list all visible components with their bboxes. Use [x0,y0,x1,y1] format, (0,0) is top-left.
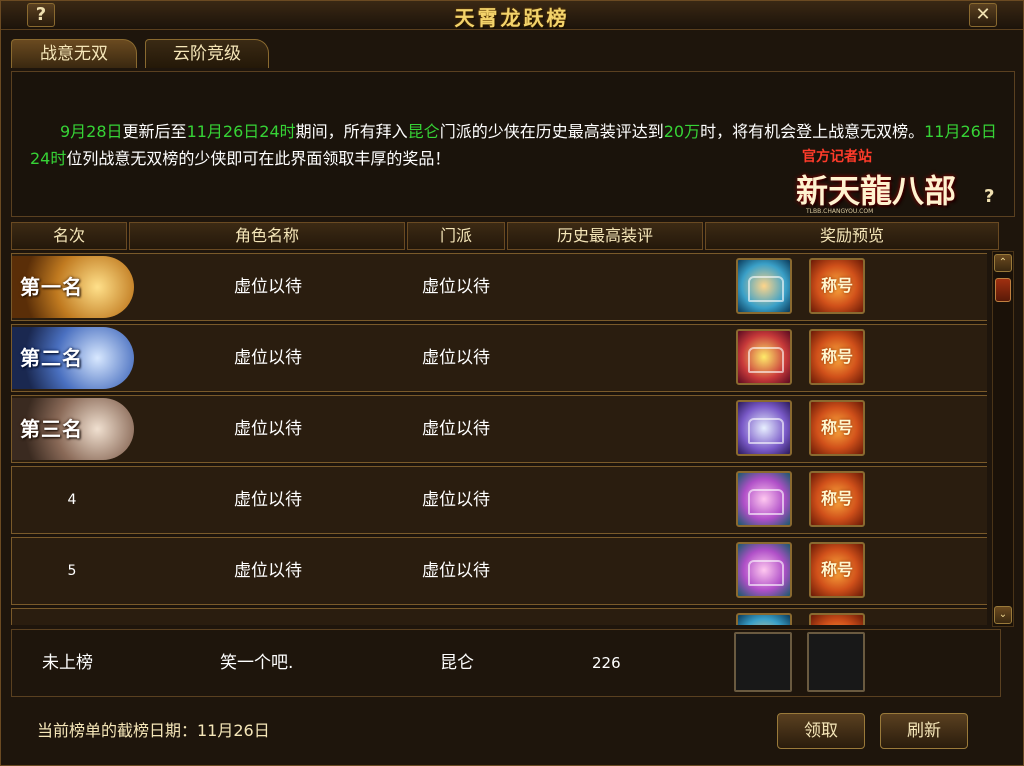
rank-badge-silver: 第二名 [12,327,134,389]
empty-reward-slot [807,632,865,692]
sect: 虚位以待 [422,561,490,581]
rank-number: 4 [67,492,77,508]
tab-yunjie-jingji[interactable]: 云阶竞级 [145,39,269,68]
self-rank: 未上榜 [42,653,93,673]
role-name: 虚位以待 [234,277,302,297]
rank-badge-bronze: 第三名 [12,398,134,460]
self-name: 笑一个吧. [220,653,294,673]
desc-text: 时，将有机会登上战意无双榜。 [700,122,925,141]
table-row[interactable]: 5 虚位以待 虚位以待 称号 [11,537,987,605]
date-start: 9月28日 [60,122,123,141]
logo-subtitle: 官方记者站 [802,149,872,165]
title-reward-icon[interactable]: 称号 [809,400,865,456]
rank-number: 5 [67,563,77,579]
sect: 虚位以待 [422,490,490,510]
sect: 虚位以待 [422,348,490,368]
title-reward-label: 称号 [820,347,853,366]
header-rank: 名次 [11,222,127,250]
sect-name: 昆仑 [407,122,440,141]
empty-reward-slot [734,632,792,692]
treasure-chest-icon[interactable] [736,400,792,456]
title-reward-icon[interactable] [809,613,865,625]
sect: 虚位以待 [422,277,490,297]
score-threshold: 20万 [663,122,701,141]
role-name: 虚位以待 [234,419,302,439]
window-title: 天霄龙跃榜 [454,6,570,30]
treasure-chest-icon[interactable] [736,329,792,385]
scroll-down-icon[interactable]: ⌄ [994,606,1012,624]
self-rank-row: 未上榜 笑一个吧. 昆仑 226 [11,629,1001,697]
ranking-list: 第一名 虚位以待 虚位以待 称号 第二名 虚位以待 虚位以待 称号 第三名 虚位… [11,251,987,625]
title-reward-label: 称号 [820,418,853,437]
tab-zhanyi-wushuang[interactable]: 战意无双 [11,39,137,68]
header-score: 历史最高装评 [507,222,703,250]
header-reward: 奖励预览 [705,222,999,250]
title-reward-icon[interactable]: 称号 [809,329,865,385]
header-name: 角色名称 [129,222,405,250]
claim-button[interactable]: 领取 [777,713,865,749]
title-reward-icon[interactable]: 称号 [809,542,865,598]
close-button[interactable]: ✕ [969,3,997,27]
desc-text: 位列战意无双榜的少侠即可在此界面领取丰厚的奖品！ [66,149,451,168]
scroll-up-icon[interactable]: ⌃ [994,254,1012,272]
title-reward-icon[interactable]: 称号 [809,258,865,314]
self-sect: 昆仑 [440,653,474,673]
rank-badge-gold: 第一名 [12,256,134,318]
date-end: 11月26日24时 [186,122,296,141]
treasure-chest-icon[interactable] [736,613,792,625]
treasure-chest-icon[interactable] [736,542,792,598]
scroll-thumb[interactable] [995,278,1011,302]
deadline-text: 当前榜单的截榜日期：11月26日 [37,721,270,740]
logo-url: TLBB.CHANGYOU.COM [806,208,874,215]
title-bar: ? 天霄龙跃榜 ✕ [1,1,1023,30]
self-score: 226 [592,654,621,672]
info-panel: 9月28日更新后至11月26日24时期间，所有拜入昆仑门派的少侠在历史最高装评达… [11,71,1015,217]
ranking-window: ? 天霄龙跃榜 ✕ 战意无双 云阶竞级 9月28日更新后至11月26日24时期间… [0,0,1024,766]
desc-text: 门派的少侠在历史最高装评达到 [439,122,664,141]
game-logo: 官方记者站 新天龍八部 TLBB.CHANGYOU.COM [772,142,987,224]
table-row[interactable]: 第三名 虚位以待 虚位以待 称号 [11,395,987,463]
sect: 虚位以待 [422,419,490,439]
title-reward-icon[interactable]: 称号 [809,471,865,527]
title-reward-label: 称号 [820,489,853,508]
table-row[interactable]: 4 虚位以待 虚位以待 称号 [11,466,987,534]
table-row[interactable] [11,608,987,625]
role-name: 虚位以待 [234,348,302,368]
desc-text: 更新后至 [122,122,187,141]
role-name: 虚位以待 [234,490,302,510]
title-reward-label: 称号 [820,276,853,295]
refresh-button[interactable]: 刷新 [880,713,968,749]
role-name: 虚位以待 [234,561,302,581]
treasure-chest-icon[interactable] [736,471,792,527]
info-help-icon[interactable]: ? [984,186,994,207]
header-sect: 门派 [407,222,505,250]
title-reward-label: 称号 [820,560,853,579]
table-row[interactable]: 第一名 虚位以待 虚位以待 称号 [11,253,987,321]
treasure-chest-icon[interactable] [736,258,792,314]
list-scrollbar[interactable]: ⌃ ⌄ [992,251,1014,627]
logo-title: 新天龍八部 [796,172,957,210]
table-row[interactable]: 第二名 虚位以待 虚位以待 称号 [11,324,987,392]
desc-text: 期间，所有拜入 [295,122,408,141]
